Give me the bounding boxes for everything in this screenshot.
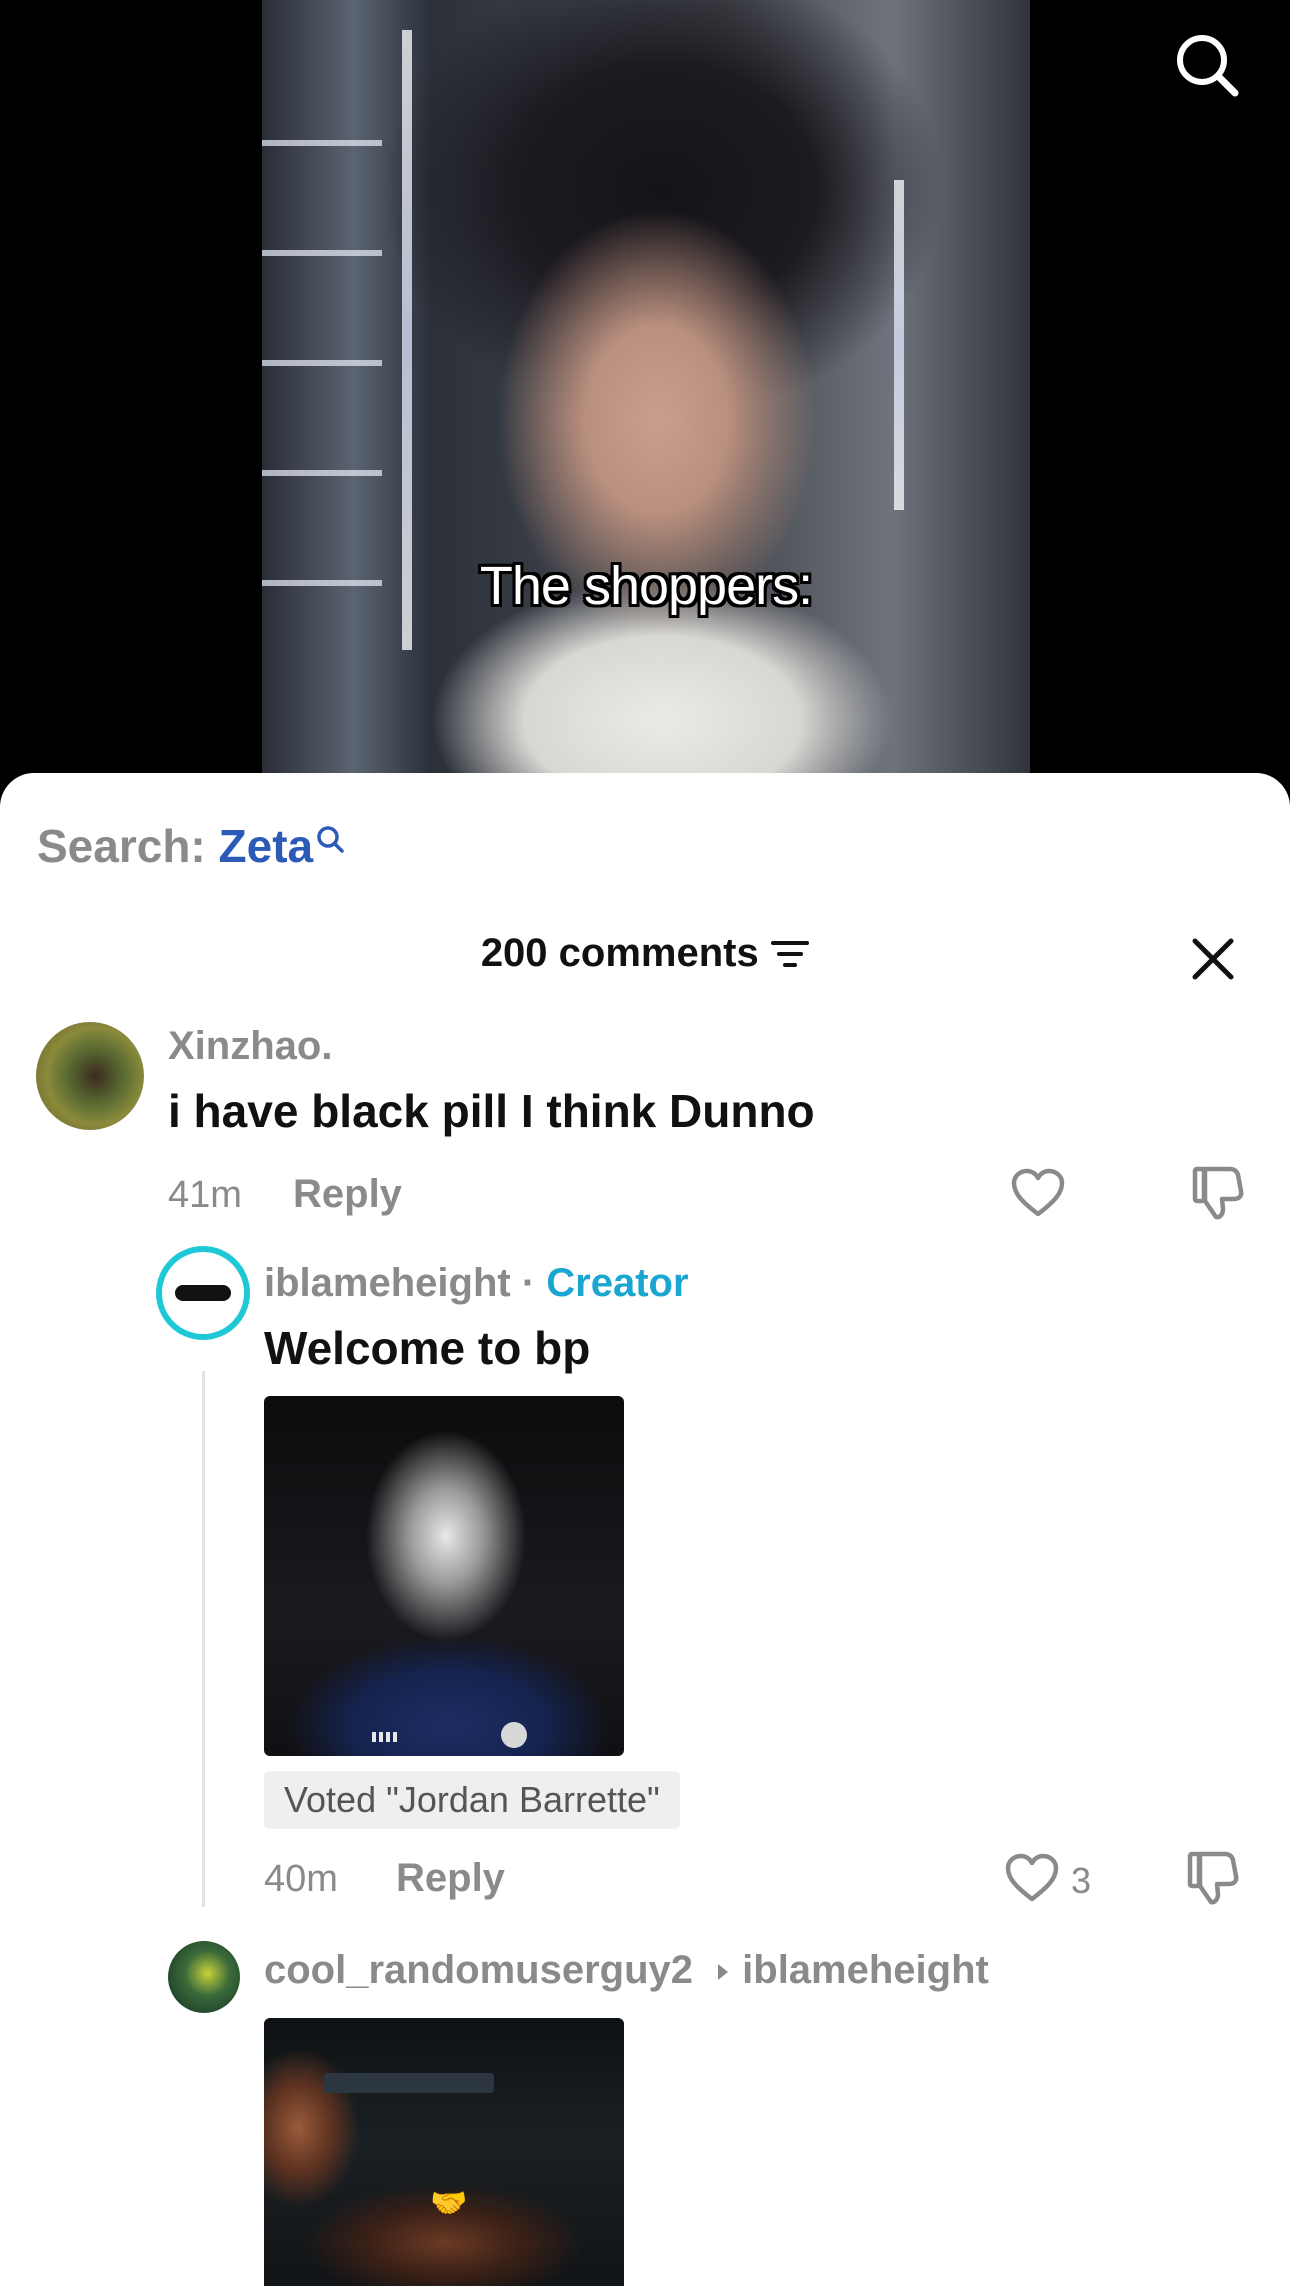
fridge-light — [894, 180, 904, 510]
handshake-icon: 🤝 — [430, 2187, 468, 2220]
close-icon[interactable] — [1192, 938, 1234, 980]
comment-time: 41m — [168, 1174, 242, 1216]
like-count: 3 — [1071, 1860, 1092, 1901]
reply-username[interactable]: iblameheight · Creator — [264, 1261, 689, 1306]
video-frame[interactable]: The shoppers: — [262, 0, 1030, 773]
reply-username-text[interactable]: iblameheight — [264, 1261, 511, 1305]
jersey-crest — [501, 1722, 527, 1748]
avatar[interactable] — [168, 1941, 240, 2013]
video-caption: The shoppers: — [479, 556, 813, 616]
avatar[interactable] — [36, 1022, 144, 1130]
comment-time: 40m — [264, 1858, 338, 1900]
comment-text: Welcome to bp — [264, 1322, 591, 1374]
video-player[interactable]: The shoppers: — [0, 0, 1290, 790]
voted-badge[interactable]: Voted "Jordan Barrette" — [264, 1771, 680, 1829]
store-shelf — [262, 250, 382, 256]
related-search[interactable]: Search: Zeta — [37, 819, 345, 873]
reply-username-text[interactable]: cool_randomuserguy2 — [264, 1948, 693, 1992]
reply-button[interactable]: Reply — [396, 1856, 505, 1901]
background-sign — [324, 2073, 494, 2093]
comment-gif-image[interactable] — [264, 1396, 624, 1756]
thumbs-down-icon[interactable] — [1187, 1850, 1239, 1906]
thumbs-down-icon[interactable] — [1192, 1165, 1244, 1221]
comments-sheet: Search: Zeta 200 comments Xinzhao. i hav… — [0, 773, 1290, 2286]
comments-header: 200 comments — [0, 931, 1290, 976]
reply-button[interactable]: Reply — [293, 1172, 402, 1217]
heart-icon[interactable] — [1011, 1168, 1065, 1218]
related-search-term[interactable]: Zeta — [219, 820, 314, 872]
search-icon — [317, 826, 344, 853]
search-icon[interactable] — [1172, 30, 1242, 100]
store-shelf — [262, 470, 382, 476]
jersey-logo — [372, 1732, 398, 1742]
comment-text: i have black pill I think Dunno — [168, 1085, 815, 1137]
filter-icon[interactable] — [771, 939, 810, 969]
related-search-label: Search: — [37, 820, 206, 872]
comment-username[interactable]: Xinzhao. — [168, 1024, 332, 1069]
username-separator: · — [510, 1261, 547, 1305]
store-shelf — [262, 140, 382, 146]
comments-count: 200 comments — [480, 931, 759, 975]
comment-gif-image[interactable]: 🤝 — [264, 2018, 624, 2286]
reply-to-username[interactable]: iblameheight — [742, 1948, 989, 1992]
creator-badge: Creator — [546, 1261, 689, 1305]
store-shelf — [262, 360, 382, 366]
avatar[interactable] — [156, 1246, 250, 1340]
reply-username[interactable]: cool_randomuserguy2 iblameheight — [264, 1948, 989, 1993]
thread-line — [202, 1371, 205, 1907]
reply-arrow-icon — [718, 1964, 729, 1981]
heart-icon[interactable] — [1005, 1853, 1059, 1903]
